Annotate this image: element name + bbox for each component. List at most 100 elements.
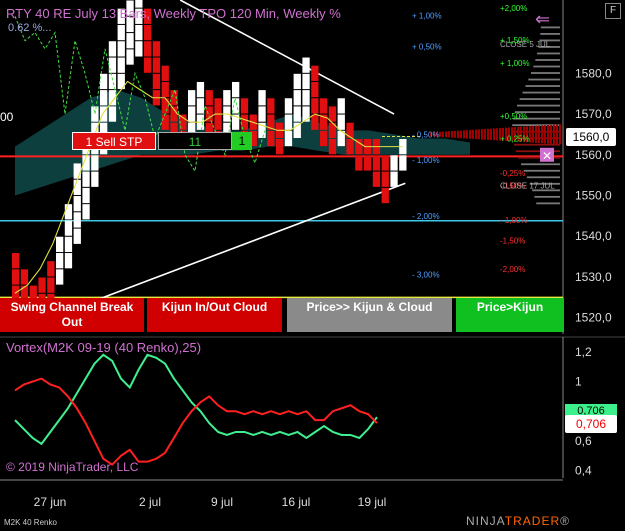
pct-label-red: -1,50% — [500, 236, 525, 245]
price-tick-label: 1520,0 — [575, 311, 612, 325]
tpo-bar — [522, 91, 560, 94]
value-area-bar — [457, 130, 459, 139]
last-price-badge: 1560,0 — [566, 128, 616, 146]
renko-brick — [73, 212, 81, 228]
renko-brick — [91, 155, 99, 171]
renko-brick — [328, 106, 337, 122]
value-area-bar — [484, 128, 486, 140]
renko-brick — [135, 24, 143, 41]
value-area-bar — [496, 128, 498, 141]
pct-label-blue: - 3,00% — [412, 271, 440, 280]
logo-suffix: ® — [560, 514, 570, 528]
renko-brick — [73, 163, 81, 179]
time-tick-label: 9 jul — [211, 495, 233, 509]
tpo-bar — [525, 85, 560, 87]
time-tick-label: 16 jul — [282, 495, 311, 509]
signal-kijun-cloud[interactable]: Kijun In/Out Cloud — [147, 298, 282, 332]
value-area-bar — [535, 125, 537, 143]
value-area-bar — [532, 125, 534, 143]
renko-brick — [82, 187, 90, 204]
renko-brick — [117, 41, 125, 57]
arrow-left-icon[interactable]: ⇐ — [535, 9, 550, 30]
renko-brick — [47, 277, 55, 293]
tpo-bar — [526, 176, 560, 179]
value-area-bar — [556, 124, 558, 145]
side-label: 00 — [0, 110, 14, 124]
tpo-bar — [534, 195, 560, 198]
close-label: CLOSE 17 JUL — [500, 181, 555, 190]
renko-brick — [390, 171, 398, 187]
renko-brick — [196, 98, 205, 114]
chart-window: ✕ 1520,0 1530,0 1540,0 1550,0 1560,0 1570,0 158… — [0, 0, 625, 531]
renko-brick — [64, 236, 73, 253]
renko-brick — [293, 90, 301, 106]
renko-brick — [302, 57, 310, 73]
logo-accent: TRADER — [504, 514, 561, 528]
renko-brick — [100, 90, 108, 106]
time-tick-label: 19 jul — [358, 495, 387, 509]
renko-brick — [214, 98, 222, 114]
signal-swing-channel[interactable]: Swing Channel Break Out — [0, 298, 144, 332]
time-tick-label: 2 jul — [139, 495, 161, 509]
order-quantity-green[interactable]: 1 — [232, 132, 252, 150]
renko-brick — [108, 73, 117, 90]
renko-brick — [188, 90, 196, 106]
renko-brick — [144, 41, 152, 57]
value-area-bar — [469, 129, 471, 139]
f-button[interactable]: F — [605, 3, 621, 19]
signal-price-kijun-cloud[interactable]: Price>> Kijun & Cloud — [287, 298, 452, 332]
value-area-bar — [490, 128, 492, 141]
tpo-bar — [540, 33, 560, 35]
renko-brick — [38, 277, 46, 293]
pct-label-blue: + 1,00% — [412, 11, 442, 20]
renko-brick — [100, 73, 108, 90]
close-label: CLOSE 5 JUL — [500, 40, 551, 49]
renko-brick — [267, 98, 275, 114]
pct-label-red: -2,00% — [500, 265, 525, 274]
value-area-bar — [547, 125, 549, 144]
value-area-bar — [448, 131, 450, 138]
renko-brick — [126, 33, 134, 49]
renko-brick — [161, 81, 169, 98]
renko-brick — [232, 81, 240, 98]
price-chart[interactable]: ✕ 1520,0 1530,0 1540,0 1550,0 1560,0 1570,0 158… — [0, 0, 625, 531]
price-tick-label: 1550,0 — [575, 189, 612, 203]
pct-label-blue: + 0,50% — [412, 42, 442, 51]
renko-brick — [284, 114, 293, 130]
renko-brick — [320, 130, 328, 147]
renko-brick — [144, 24, 152, 41]
tpo-bar — [521, 163, 560, 166]
renko-brick — [267, 130, 275, 147]
renko-brick — [82, 171, 90, 187]
renko-brick — [73, 228, 81, 244]
value-area-bar — [550, 124, 552, 144]
value-area-bar — [475, 129, 477, 140]
order-quantity[interactable]: 11 — [158, 132, 232, 150]
value-area-bar — [487, 128, 489, 140]
value-area-bar — [445, 131, 447, 138]
sell-stop-order[interactable]: 1 Sell STP — [72, 132, 156, 150]
value-area-bar — [541, 125, 543, 144]
value-area-bar — [481, 129, 483, 140]
renko-brick — [311, 114, 319, 130]
renko-brick — [390, 155, 398, 171]
ninjatrader-logo: NINJATRADER® — [466, 514, 570, 528]
value-area-bar — [544, 125, 546, 144]
renko-brick — [12, 269, 20, 285]
pct-label-blue: - 0,50% — [412, 130, 440, 139]
renko-brick — [311, 81, 319, 98]
indicator-title: Vortex(M2K 09-19 (40 Renko),25) — [6, 340, 202, 355]
vortex-tick-label: 0,4 — [575, 464, 592, 478]
tpo-bar — [535, 59, 560, 61]
renko-brick — [240, 98, 249, 114]
value-area-bar — [559, 124, 561, 145]
signal-price-kijun[interactable]: Price>Kijun — [456, 298, 564, 332]
renko-brick — [381, 187, 389, 204]
renko-brick — [135, 41, 143, 57]
vortex-minus-badge: 0,706 — [565, 415, 617, 433]
renko-brick — [205, 90, 213, 106]
renko-brick — [117, 24, 125, 41]
vortex-tick-label: 1,2 — [575, 345, 592, 359]
tpo-bar — [528, 78, 560, 81]
renko-brick — [152, 41, 161, 57]
